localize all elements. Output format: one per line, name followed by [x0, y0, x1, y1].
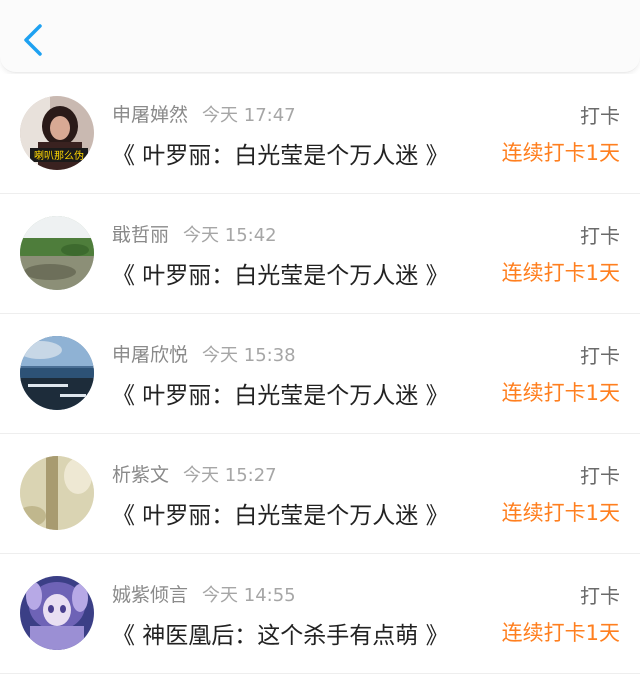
list-item[interactable]: 娍紫倾言 今天 14:55 《 神医凰后：这个杀手有点萌 》 打卡 连续打卡1天	[0, 554, 640, 674]
checkin-time: 今天 15:42	[183, 225, 277, 246]
user-name[interactable]: 申屠婵然	[112, 104, 188, 126]
book-title[interactable]: 《 叶罗丽：白光莹是个万人迷 》	[112, 376, 449, 410]
user-name[interactable]: 申屠欣悦	[112, 344, 188, 366]
book-title[interactable]: 《 叶罗丽：白光莹是个万人迷 》	[112, 136, 449, 170]
checkin-label: 打卡	[580, 344, 620, 368]
list-item[interactable]: 喇叭那么伪 申屠婵然 今天 17:47 《 叶罗丽：白光莹是个万人迷 》 打卡 连…	[0, 74, 640, 194]
checkin-label: 打卡	[580, 224, 620, 248]
checkin-label: 打卡	[580, 464, 620, 488]
user-name[interactable]: 娍紫倾言	[112, 584, 188, 606]
avatar[interactable]: 喇叭那么伪	[20, 96, 94, 170]
streak-badge: 连续打卡1天	[501, 141, 620, 165]
user-name[interactable]: 戢哲丽	[112, 224, 169, 246]
checkin-label: 打卡	[580, 584, 620, 608]
avatar[interactable]	[20, 216, 94, 290]
chevron-left-icon	[24, 24, 42, 56]
checkin-label: 打卡	[580, 104, 620, 128]
streak-badge: 连续打卡1天	[501, 381, 620, 405]
checkin-list: 喇叭那么伪 申屠婵然 今天 17:47 《 叶罗丽：白光莹是个万人迷 》 打卡 连…	[0, 74, 640, 674]
user-name[interactable]: 析紫文	[112, 464, 169, 486]
avatar[interactable]	[20, 336, 94, 410]
book-title[interactable]: 《 叶罗丽：白光莹是个万人迷 》	[112, 496, 449, 530]
avatar-caption: 喇叭那么伪	[34, 150, 84, 162]
avatar[interactable]	[20, 576, 94, 650]
book-title[interactable]: 《 叶罗丽：白光莹是个万人迷 》	[112, 256, 449, 290]
back-button[interactable]	[14, 18, 54, 62]
checkin-time: 今天 15:38	[202, 345, 296, 366]
list-item[interactable]: 戢哲丽 今天 15:42 《 叶罗丽：白光莹是个万人迷 》 打卡 连续打卡1天	[0, 194, 640, 314]
list-item[interactable]: 析紫文 今天 15:27 《 叶罗丽：白光莹是个万人迷 》 打卡 连续打卡1天	[0, 434, 640, 554]
list-item[interactable]: 申屠欣悦 今天 15:38 《 叶罗丽：白光莹是个万人迷 》 打卡 连续打卡1天	[0, 314, 640, 434]
checkin-time: 今天 17:47	[202, 105, 296, 126]
streak-badge: 连续打卡1天	[501, 621, 620, 645]
top-bar	[0, 0, 640, 73]
avatar[interactable]	[20, 456, 94, 530]
checkin-time: 今天 15:27	[183, 465, 277, 486]
streak-badge: 连续打卡1天	[501, 501, 620, 525]
checkin-time: 今天 14:55	[202, 585, 296, 606]
book-title[interactable]: 《 神医凰后：这个杀手有点萌 》	[112, 616, 449, 650]
streak-badge: 连续打卡1天	[501, 261, 620, 285]
